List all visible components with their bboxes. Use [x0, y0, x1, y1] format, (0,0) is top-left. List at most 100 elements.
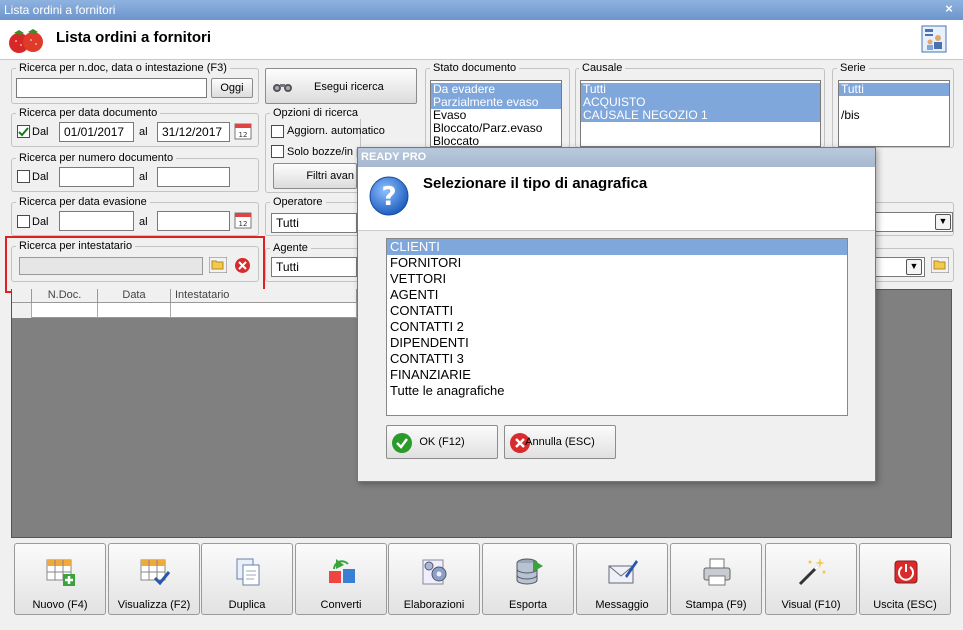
svg-text:?: ?	[381, 182, 396, 212]
window-title: Lista ordini a fornitori	[4, 3, 116, 17]
calendar-icon[interactable]: 12	[234, 122, 252, 140]
date-evasione-to-input[interactable]	[157, 211, 230, 231]
causale-list[interactable]: Tutti ACQUISTO CAUSALE NEGOZIO 1	[580, 80, 821, 147]
row-indicator	[12, 303, 32, 318]
list-item[interactable]: CONTATTI	[387, 303, 847, 319]
date-document-to-label: al	[139, 126, 148, 138]
list-item[interactable]: FINANZIARIE	[387, 367, 847, 383]
page-header: Lista ordini a fornitori	[0, 20, 963, 60]
chevron-down-icon[interactable]: ▼	[906, 259, 922, 275]
cancel-label: Annulla (ESC)	[525, 436, 595, 448]
search-input[interactable]	[16, 78, 207, 98]
date-evasione-from-label: Dal	[32, 216, 49, 228]
grid-column-header[interactable]: Intestatario	[171, 289, 357, 303]
svg-text:12: 12	[239, 220, 248, 228]
svg-text:12: 12	[239, 131, 248, 139]
stato-documento-label: Stato documento	[430, 62, 520, 74]
date-document-checkbox[interactable]	[17, 125, 30, 138]
advanced-filters-button[interactable]: Filtri avan	[273, 163, 357, 189]
grid-column-header[interactable]: N.Doc.	[32, 289, 98, 303]
list-item[interactable]: /bis	[839, 109, 949, 122]
number-document-from-input[interactable]	[59, 167, 134, 187]
nuovo-button[interactable]: Nuovo (F4)	[14, 543, 106, 615]
date-document-to-input[interactable]: 31/12/2017	[157, 122, 230, 142]
folder-open-icon[interactable]	[931, 257, 949, 273]
esporta-button[interactable]: Esporta	[482, 543, 574, 615]
list-item[interactable]: Tutti	[839, 83, 949, 96]
converti-button[interactable]: Converti	[295, 543, 387, 615]
list-item[interactable]: CONTATTI 3	[387, 351, 847, 367]
table-row[interactable]	[12, 303, 357, 318]
list-item[interactable]: DIPENDENTI	[387, 335, 847, 351]
window-titlebar: Lista ordini a fornitori	[0, 0, 963, 20]
grid-header: N.Doc. Data Intestatario	[12, 289, 357, 303]
list-item[interactable]: CLIENTI	[387, 239, 847, 255]
agente-select[interactable]: Tutti	[271, 257, 357, 277]
elaborazioni-button[interactable]: Elaborazioni	[388, 543, 480, 615]
table-cell[interactable]	[98, 303, 171, 318]
convert-icon	[329, 559, 355, 583]
duplicate-icon	[236, 558, 260, 586]
duplica-button[interactable]: Duplica	[201, 543, 293, 615]
search-text-label: Ricerca per n.doc, data o intestazione (…	[16, 62, 230, 74]
visualizza-button[interactable]: Visualizza (F2)	[108, 543, 200, 615]
serie-list[interactable]: Tutti /bis	[838, 80, 950, 147]
dialog-header: ? Selezionare il tipo di anagrafica	[358, 167, 875, 231]
today-button[interactable]: Oggi	[211, 78, 253, 98]
uscita-button[interactable]: Uscita (ESC)	[859, 543, 951, 615]
list-item[interactable]: CAUSALE NEGOZIO 1	[581, 109, 820, 122]
converti-label: Converti	[320, 599, 362, 611]
ok-button[interactable]: OK (F12)	[386, 425, 498, 459]
table-cell[interactable]	[32, 303, 98, 318]
power-icon	[894, 560, 918, 584]
calendar-icon[interactable]: 12	[234, 211, 252, 229]
number-document-to-label: al	[139, 171, 148, 183]
only-drafts-label: Solo bozze/in p	[287, 146, 363, 158]
messaggio-label: Messaggio	[595, 599, 649, 611]
list-item[interactable]: AGENTI	[387, 287, 847, 303]
anagrafica-dialog: READY PRO ? Selezionare il tipo di anagr…	[357, 147, 876, 482]
dialog-prompt: Selezionare il tipo di anagrafica	[423, 175, 648, 192]
stato-documento-list[interactable]: Da evadere Parzialmente evaso Evaso Bloc…	[430, 80, 562, 148]
elaborazioni-label: Elaborazioni	[403, 599, 465, 611]
number-document-checkbox[interactable]	[17, 170, 30, 183]
anagrafica-type-list[interactable]: CLIENTI FORNITORI VETTORI AGENTI CONTATT…	[386, 238, 848, 416]
visual-button[interactable]: Visual (F10)	[765, 543, 857, 615]
only-drafts-checkbox[interactable]	[271, 145, 284, 158]
bottom-toolbar: Nuovo (F4) Visualizza (F2) Duplica Conve…	[0, 540, 963, 630]
grid-column-header[interactable]: Data	[98, 289, 171, 303]
list-item[interactable]: Tutte le anagrafiche	[387, 383, 847, 399]
stampa-label: Stampa (F9)	[685, 599, 747, 611]
date-evasione-label: Ricerca per data evasione	[16, 196, 150, 208]
agente-label: Agente	[270, 242, 311, 254]
operatore-select[interactable]: Tutti	[271, 213, 357, 233]
close-icon[interactable]: ×	[941, 1, 957, 17]
cancel-button[interactable]: Annulla (ESC)	[504, 425, 616, 459]
date-evasione-from-input[interactable]	[59, 211, 134, 231]
duplica-label: Duplica	[228, 599, 266, 611]
search-button-label: Esegui ricerca	[314, 81, 384, 93]
auto-update-checkbox[interactable]	[271, 125, 284, 138]
table-cell[interactable]	[171, 303, 357, 318]
messaggio-button[interactable]: Messaggio	[576, 543, 668, 615]
list-item[interactable]: FORNITORI	[387, 255, 847, 271]
uscita-label: Uscita (ESC)	[873, 599, 937, 611]
stampa-button[interactable]: Stampa (F9)	[670, 543, 762, 615]
checkmark-icon	[18, 127, 29, 137]
strawberries-logo-icon	[9, 29, 43, 53]
grid-corner	[12, 289, 32, 303]
list-item[interactable]: VETTORI	[387, 271, 847, 287]
number-document-label: Ricerca per numero documento	[16, 152, 177, 164]
list-item[interactable]: CONTATTI 2	[387, 319, 847, 335]
search-button[interactable]: Esegui ricerca	[265, 68, 417, 104]
gears-icon	[422, 559, 447, 585]
date-document-from-input[interactable]: 01/01/2017	[59, 122, 134, 142]
esporta-label: Esporta	[509, 599, 547, 611]
users-help-icon[interactable]	[921, 25, 947, 53]
search-options-label: Opzioni di ricerca	[270, 107, 361, 119]
chevron-down-icon[interactable]: ▼	[935, 214, 951, 230]
database-export-icon	[516, 558, 543, 585]
number-document-to-input[interactable]	[157, 167, 230, 187]
number-document-from-label: Dal	[32, 171, 49, 183]
date-evasione-checkbox[interactable]	[17, 215, 30, 228]
